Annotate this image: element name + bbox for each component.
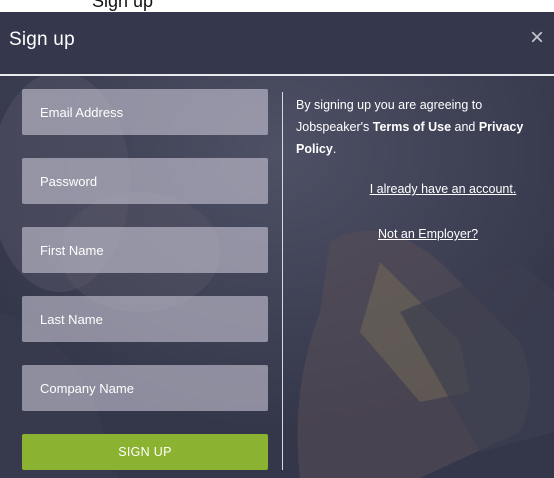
page-behind-modal: Sign up xyxy=(0,0,554,12)
agreement-suffix: . xyxy=(332,142,337,156)
company-name-field[interactable] xyxy=(22,365,268,411)
first-name-field[interactable] xyxy=(22,227,268,273)
terms-of-use-link[interactable]: Terms of Use xyxy=(373,120,451,134)
sign-up-button[interactable]: SIGN UP xyxy=(22,434,268,470)
signup-form: SIGN UP xyxy=(22,89,268,470)
email-field[interactable] xyxy=(22,89,268,135)
existing-account-link[interactable]: I already have an account. xyxy=(338,182,548,196)
last-name-field[interactable] xyxy=(22,296,268,342)
modal-header: Sign up × xyxy=(0,12,554,74)
not-employer-link[interactable]: Not an Employer? xyxy=(308,227,548,241)
agreement-conjunction: and xyxy=(454,120,476,134)
close-icon[interactable]: × xyxy=(530,26,544,50)
vertical-divider xyxy=(282,92,283,470)
page-partial-text: Sign up xyxy=(92,0,154,11)
signup-modal: Sign up × SIGN UP By signing up you are … xyxy=(0,12,554,478)
agreement-text: By signing up you are agreeing to Jobspe… xyxy=(296,94,548,160)
modal-links: I already have an account. Not an Employ… xyxy=(296,182,548,272)
password-field[interactable] xyxy=(22,158,268,204)
header-divider xyxy=(0,74,554,76)
modal-title: Sign up xyxy=(9,29,75,50)
